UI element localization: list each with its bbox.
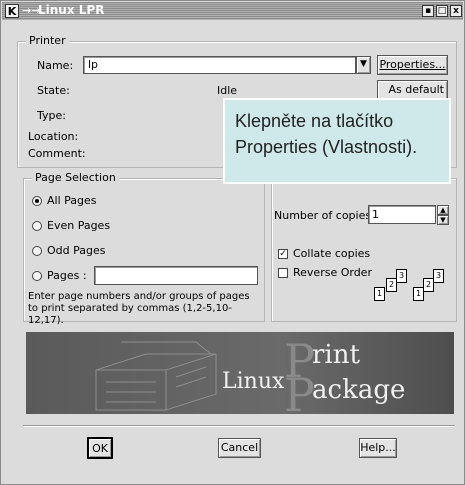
number-of-copies-value: 1 — [372, 208, 379, 221]
pages-range-radio[interactable] — [32, 271, 42, 281]
even-pages-radio[interactable] — [32, 221, 42, 231]
banner-word-print: rint — [312, 340, 360, 370]
help-button[interactable]: Help... — [359, 438, 397, 458]
state-label: State: — [37, 84, 70, 97]
footer-separator — [23, 425, 455, 427]
pages-range-input[interactable] — [94, 266, 258, 285]
collate-checkbox[interactable]: ✓ — [278, 249, 288, 259]
window-title: Linux LPR — [38, 3, 105, 17]
kde-menu-icon[interactable]: K — [5, 4, 19, 18]
printer-group-title: Printer — [26, 34, 69, 47]
type-label: Type: — [37, 109, 66, 122]
odd-pages-radio[interactable] — [32, 246, 42, 256]
banner-letter-p2: P — [284, 368, 315, 414]
page-selection-title: Page Selection — [32, 171, 119, 184]
close-button[interactable]: x — [450, 5, 462, 17]
linux-lpr-dialog: K →→ Linux LPR ▪ □ x Printer Name: lp ▼ … — [0, 0, 465, 485]
collate-page-3a: 3 — [396, 269, 407, 283]
printer-name-value: lp — [88, 58, 99, 71]
instruction-callout: Klepněte na tlačítko Properties (Vlastno… — [223, 98, 451, 184]
pages-hint-text: Enter page numbers and/or groups of page… — [28, 291, 250, 326]
state-value: Idle — [217, 84, 238, 97]
all-pages-radio[interactable] — [32, 196, 42, 206]
reverse-order-checkbox[interactable] — [278, 268, 288, 278]
cancel-button[interactable]: Cancel — [218, 438, 261, 458]
copies-up-arrow-icon[interactable]: ▲ — [437, 205, 449, 215]
all-pages-label: All Pages — [47, 194, 97, 207]
collate-page-2a: 2 — [386, 278, 397, 292]
title-bar[interactable]: K →→ Linux LPR ▪ □ x — [2, 2, 463, 20]
printer-name-select[interactable]: lp — [83, 56, 356, 74]
collate-page-2b: 2 — [423, 278, 434, 292]
number-of-copies-input[interactable]: 1 — [368, 205, 436, 224]
maximize-button[interactable]: □ — [436, 5, 448, 17]
odd-pages-label: Odd Pages — [47, 244, 106, 257]
collate-page-1a: 1 — [374, 287, 385, 301]
banner-word-package: ackage — [312, 375, 406, 405]
chevron-down-icon[interactable]: ▼ — [356, 56, 371, 74]
ok-button[interactable]: OK — [87, 437, 113, 459]
properties-button[interactable]: Properties... — [377, 55, 448, 75]
comment-label: Comment: — [28, 147, 86, 160]
collate-page-1b: 1 — [413, 287, 424, 301]
banner-word-linux: Linux — [222, 369, 285, 394]
number-of-copies-label: Number of copies: — [274, 209, 375, 222]
set-as-default-button[interactable]: As default — [377, 80, 448, 100]
linux-print-package-banner: Linux P rint P ackage — [26, 332, 454, 414]
even-pages-label: Even Pages — [47, 219, 111, 232]
name-label: Name: — [37, 59, 74, 72]
minimize-button[interactable]: ▪ — [422, 5, 434, 17]
collate-page-3b: 3 — [433, 269, 444, 283]
location-label: Location: — [28, 130, 79, 143]
collate-label: Collate copies — [293, 247, 371, 260]
copies-down-arrow-icon[interactable]: ▼ — [437, 215, 449, 225]
reverse-order-label: Reverse Order — [293, 266, 372, 279]
pages-range-label: Pages : — [47, 269, 87, 282]
